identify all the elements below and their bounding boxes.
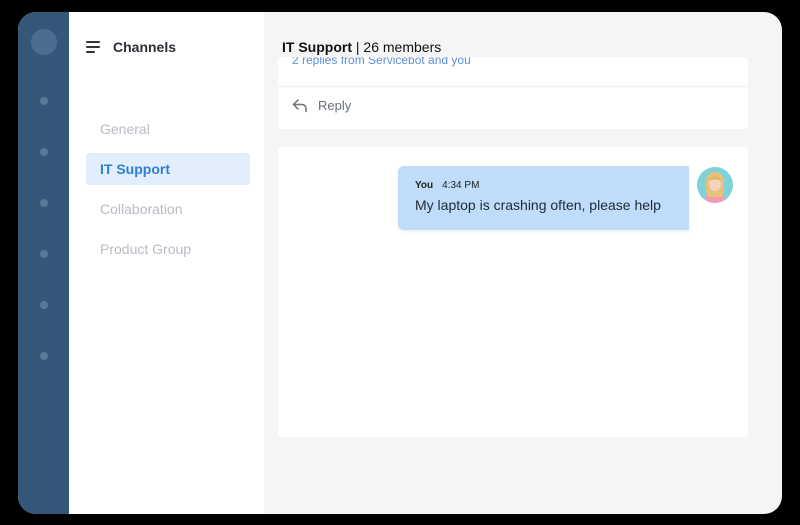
- reply-button[interactable]: Reply: [292, 98, 351, 113]
- channel-item-product-group[interactable]: Product Group: [86, 233, 250, 265]
- message-author: You: [415, 180, 434, 191]
- rail-nav-dot-icon[interactable]: [40, 352, 48, 360]
- thread-replies-link[interactable]: 2 replies from Servicebot and you: [292, 57, 471, 67]
- channel-item-collaboration[interactable]: Collaboration: [86, 193, 250, 225]
- conversation-title: IT Support | 26 members: [282, 39, 441, 55]
- channels-header: Channels: [86, 39, 176, 55]
- chat-card: You 4:34 PM My laptop is crashing often,…: [278, 147, 748, 437]
- channel-list: General IT Support Collaboration Product…: [86, 113, 250, 273]
- channel-name: IT Support: [282, 39, 352, 55]
- channels-panel: Channels General IT Support Collaboratio…: [69, 12, 264, 514]
- thread-divider: [278, 86, 748, 87]
- channel-item-it-support[interactable]: IT Support: [86, 153, 250, 185]
- message-text: My laptop is crashing often, please help: [415, 197, 661, 213]
- member-count: 26 members: [363, 39, 442, 55]
- user-avatar-icon: [697, 167, 733, 203]
- thread-card: 2 replies from Servicebot and you Reply: [278, 57, 748, 129]
- message-meta: You 4:34 PM: [415, 180, 672, 191]
- message-bubble[interactable]: You 4:34 PM My laptop is crashing often,…: [398, 166, 689, 230]
- rail-nav-dot-icon[interactable]: [40, 301, 48, 309]
- avatar[interactable]: [697, 167, 733, 203]
- app-rail: [18, 12, 69, 514]
- rail-nav-dot-icon[interactable]: [40, 250, 48, 258]
- rail-nav-dot-icon[interactable]: [40, 97, 48, 105]
- app-window: Channels General IT Support Collaboratio…: [18, 12, 782, 514]
- reply-label: Reply: [318, 98, 352, 113]
- channels-title: Channels: [113, 39, 177, 55]
- workspace-logo-icon[interactable]: [31, 29, 57, 55]
- rail-nav-dot-icon[interactable]: [40, 199, 48, 207]
- rail-nav-dot-icon[interactable]: [40, 148, 48, 156]
- channel-item-general[interactable]: General: [86, 113, 250, 145]
- conversation-area: IT Support | 26 members 2 replies from S…: [264, 12, 782, 514]
- message-time: 4:34 PM: [442, 180, 480, 191]
- title-separator: |: [352, 39, 364, 55]
- hamburger-menu-icon[interactable]: [86, 41, 100, 53]
- reply-arrow-icon: [292, 98, 307, 112]
